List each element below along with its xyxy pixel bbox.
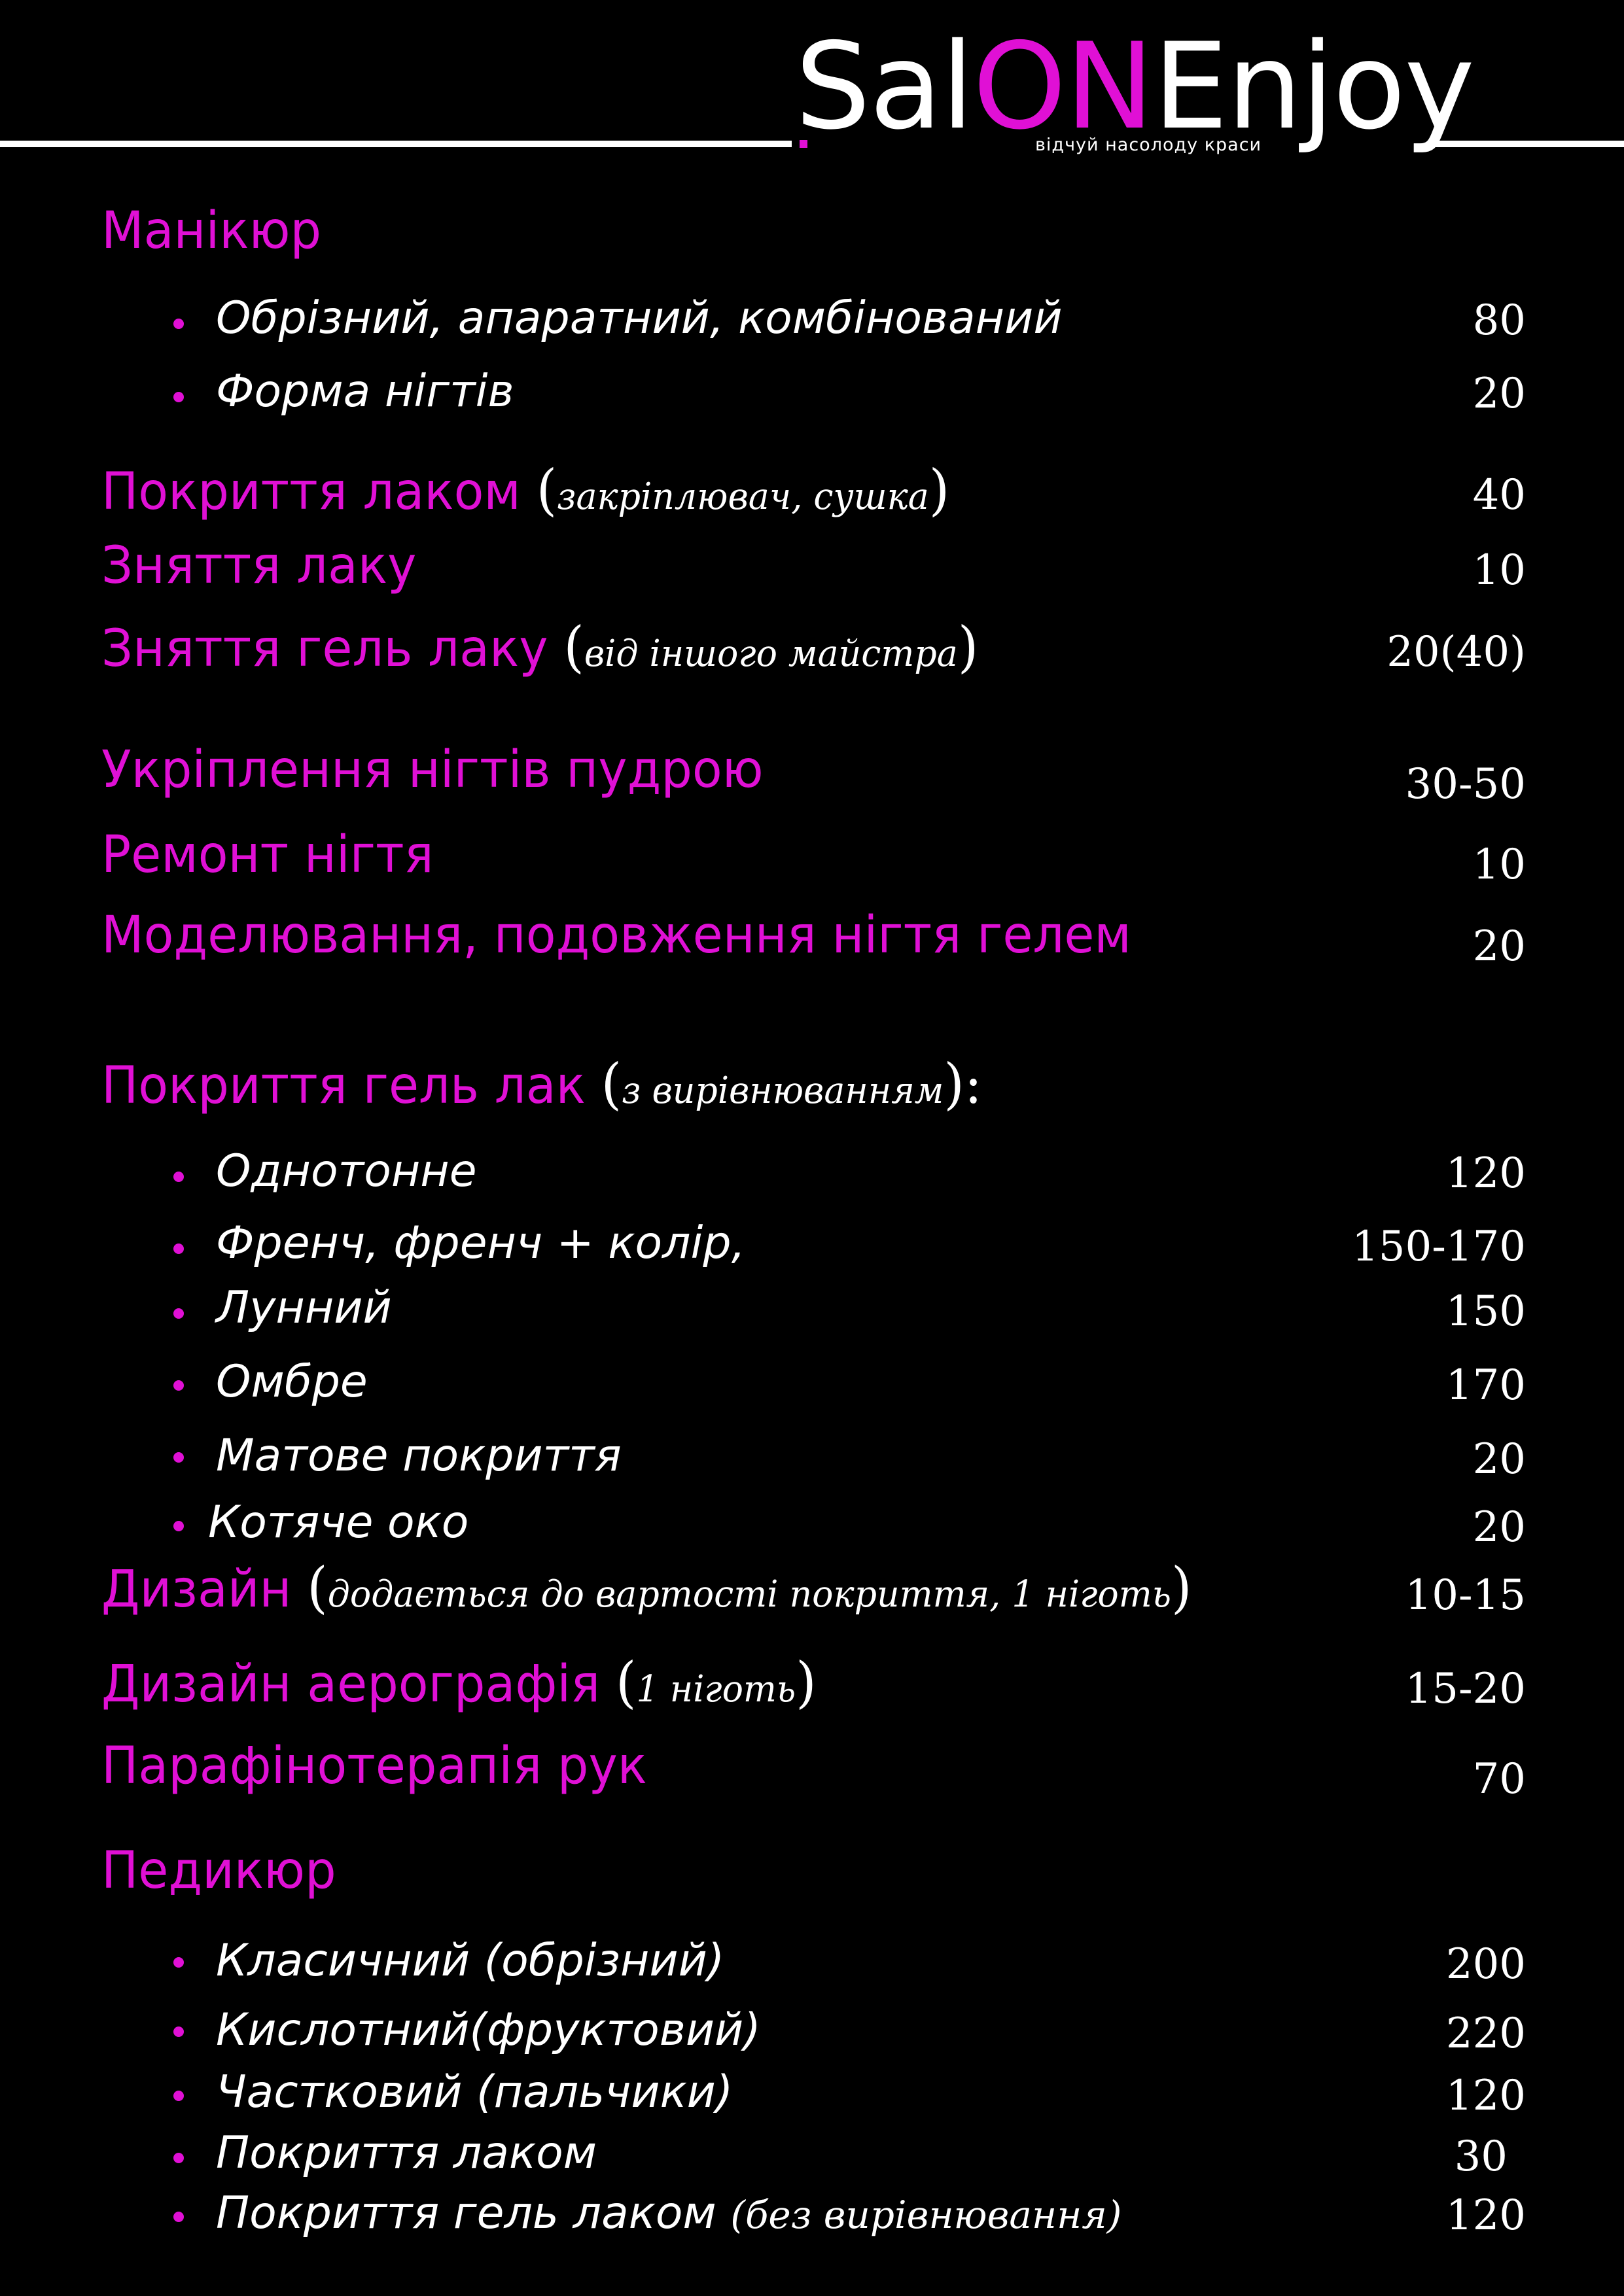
service-price: 120 [1445, 2072, 1526, 2120]
service-price: 20 [1472, 1435, 1526, 1484]
paren-open: ( [563, 615, 584, 679]
paren-open: ( [536, 458, 557, 522]
service-price: 150-170 [1352, 1223, 1526, 1271]
service-price: 20 [1472, 1503, 1526, 1552]
service-label: Омбре [216, 1356, 368, 1408]
service-label: Зняття лаку [101, 536, 417, 595]
service-price: 170 [1445, 1361, 1526, 1410]
service-label: Покриття лаком (закріплювач, сушка) [101, 458, 950, 522]
section-title-manicure: Манікюр [101, 201, 322, 260]
service-label: Парафінотерапія рук [101, 1737, 647, 1796]
service-price: 220 [1445, 2009, 1526, 2058]
logo-tagline: відчуй насолоду краси [1035, 135, 1262, 155]
bullet-icon [173, 1308, 184, 1319]
bullet-icon [173, 392, 184, 402]
service-label: Покриття гель лаком (без вирівнювання) [216, 2187, 1122, 2239]
bullet-icon [173, 2026, 184, 2037]
paren-close: ) [944, 1052, 964, 1116]
service-label: Частковий (пальчики) [216, 2066, 733, 2118]
paren-close: ) [1171, 1556, 1192, 1620]
header: SalONEnjoy відчуй насолоду краси [0, 0, 1624, 170]
service-price: 70 [1472, 1755, 1526, 1803]
service-price: 10 [1472, 546, 1526, 595]
service-label: Лунний [216, 1282, 392, 1334]
service-price: 40 [1472, 471, 1526, 519]
paren-open: ( [601, 1052, 622, 1116]
service-label: Обрізний, апаратний, комбінований [216, 292, 1063, 344]
logo-accent-dot [800, 140, 807, 148]
service-label: Котяче око [208, 1497, 469, 1548]
bullet-icon [173, 1244, 184, 1254]
service-label: Матове покриття [216, 1430, 622, 1482]
service-price: 10 [1472, 841, 1526, 889]
bullet-icon [173, 2212, 184, 2222]
service-label: Моделювання, подовження нігтя гелем [101, 906, 1131, 965]
paren-open: ( [307, 1556, 328, 1620]
service-note: 1 ніготь [636, 1668, 796, 1711]
service-price: 30 [1454, 2132, 1508, 2181]
service-price: 150 [1445, 1287, 1526, 1336]
service-label: Укріплення нігтів пудрою [101, 740, 764, 799]
service-price: 10-15 [1405, 1571, 1527, 1620]
paren-close: ) [928, 458, 950, 522]
service-price: 20(40) [1386, 628, 1526, 676]
service-price: 30-50 [1405, 760, 1527, 809]
service-note: (без вирівнювання) [730, 2193, 1122, 2237]
bullet-icon [173, 1172, 184, 1182]
service-note: закріплювач, сушка [557, 476, 929, 518]
section-title-pedicure: Педикюр [101, 1841, 336, 1900]
service-price: 120 [1445, 2191, 1526, 2240]
paren-close: ) [957, 615, 979, 679]
service-note: від іншого майстра [584, 633, 958, 675]
bullet-icon [173, 1957, 184, 1968]
service-label: Однотонне [216, 1145, 477, 1197]
service-price: 80 [1472, 296, 1526, 345]
service-price: 20 [1472, 370, 1526, 418]
section-colon: : [964, 1052, 983, 1116]
section-title-gel: Покриття гель лак (з вирівнюванням): [101, 1052, 983, 1116]
bullet-icon [173, 1380, 184, 1391]
service-note: додається до вартості покриття, 1 ніготь [327, 1573, 1172, 1616]
service-price: 120 [1445, 1149, 1526, 1198]
bullet-icon [173, 319, 184, 329]
service-label: Зняття гель лаку (від іншого майстра) [101, 615, 979, 679]
service-label: Дизайн (додається до вартості покриття, … [101, 1556, 1192, 1620]
header-rule-left [0, 141, 792, 147]
service-label: Ремонт нігтя [101, 826, 434, 884]
bullet-icon [173, 2091, 184, 2101]
service-label: Класичний (обрізний) [216, 1935, 725, 1987]
service-label: Дизайн аерографія (1 ніготь) [101, 1650, 817, 1714]
service-price: 200 [1445, 1940, 1526, 1989]
service-price: 20 [1472, 922, 1526, 971]
service-label: Кислотний(фруктовий) [216, 2004, 761, 2056]
bullet-icon [173, 2153, 184, 2163]
service-label: Френч, френч + колір, [216, 1217, 746, 1269]
section-note: з вирівнюванням [622, 1070, 944, 1112]
service-price: 15-20 [1405, 1665, 1527, 1713]
salon-logo: SalONEnjoy [795, 21, 1475, 152]
service-label: Форма нігтів [216, 366, 514, 417]
paren-close: ) [796, 1650, 817, 1714]
bullet-icon [173, 1521, 184, 1531]
bullet-icon [173, 1452, 184, 1463]
paren-open: ( [616, 1650, 637, 1714]
service-label: Покриття лаком [216, 2127, 597, 2179]
logo-text-sal: Sal [795, 17, 974, 156]
